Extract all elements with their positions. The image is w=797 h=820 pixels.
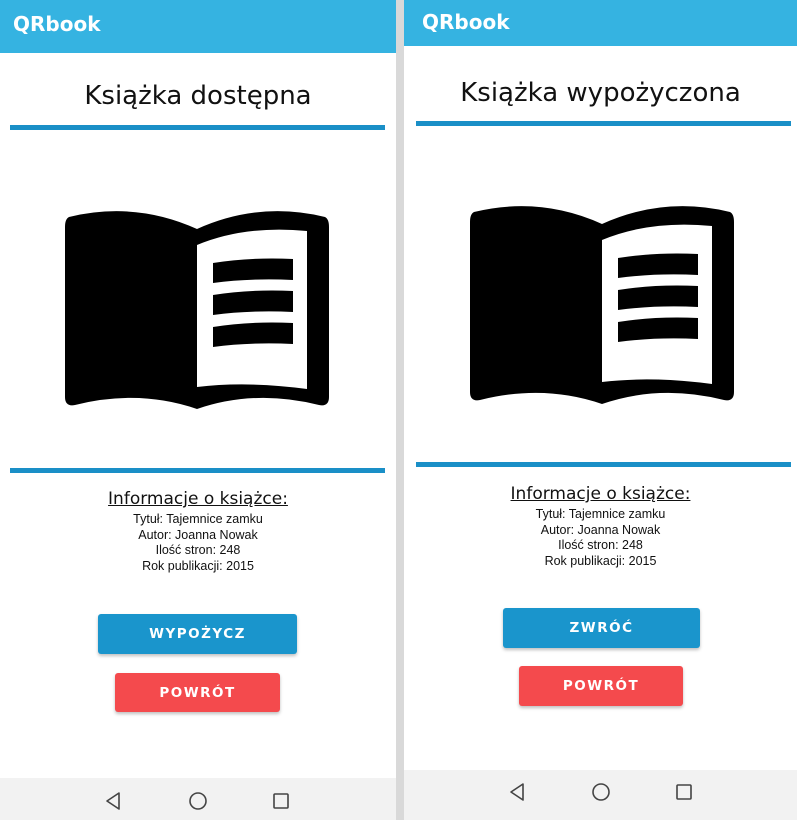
book-info-heading: Informacje o książce: [510,484,691,504]
nav-back-icon[interactable] [504,779,530,805]
book-pages-line: Ilość stron: 248 [558,538,643,552]
book-year-line: Rok publikacji: 2015 [142,558,254,573]
book-pages-line: Ilość stron: 248 [155,543,241,557]
app-title: QRbook [13,12,101,36]
app-title: QRbook [422,10,510,34]
book-status-title: Książka dostępna [84,81,312,111]
divider-top [10,125,385,130]
book-author-line: Autor: Joanna Nowak [138,527,258,542]
back-button[interactable]: POWRÓT [115,673,280,712]
screen-book-borrowed: QRbook Książka wypożyczona Informacje o … [404,0,797,820]
book-status-title: Książka wypożyczona [460,78,741,108]
app-bar: QRbook [404,0,797,46]
book-title-line: Tytuł: Tajemnice zamku [535,507,666,521]
book-year-line: Rok publikacji: 2015 [544,553,657,568]
book-info-section: Informacje o książce: Tytuł: Tajemnice z… [404,484,797,569]
divider-bottom [10,468,385,473]
open-book-icon [470,206,734,404]
book-title-line: Tytuł: Tajemnice zamku [133,512,263,526]
back-button[interactable]: POWRÓT [519,666,683,706]
divider-top [416,121,791,126]
screen-book-available: QRbook Książka dostępna Informacje o ksi… [0,0,396,820]
nav-back-icon[interactable] [100,788,126,814]
book-author-line: Autor: Joanna Nowak [540,522,661,537]
return-button[interactable]: ZWRÓĆ [503,608,700,648]
system-nav-bar [0,778,396,820]
book-info-section: Informacje o książce: Tytuł: Tajemnice z… [0,489,396,574]
divider-bottom [416,462,791,467]
book-info-heading: Informacje o książce: [108,489,288,509]
app-bar: QRbook [0,0,396,53]
nav-recents-icon[interactable] [268,788,294,814]
open-book-icon [65,211,329,409]
nav-recents-icon[interactable] [671,779,697,805]
nav-home-icon[interactable] [588,779,614,805]
nav-home-icon[interactable] [185,788,211,814]
system-nav-bar [404,770,797,820]
borrow-button[interactable]: WYPOŻYCZ [98,614,297,654]
